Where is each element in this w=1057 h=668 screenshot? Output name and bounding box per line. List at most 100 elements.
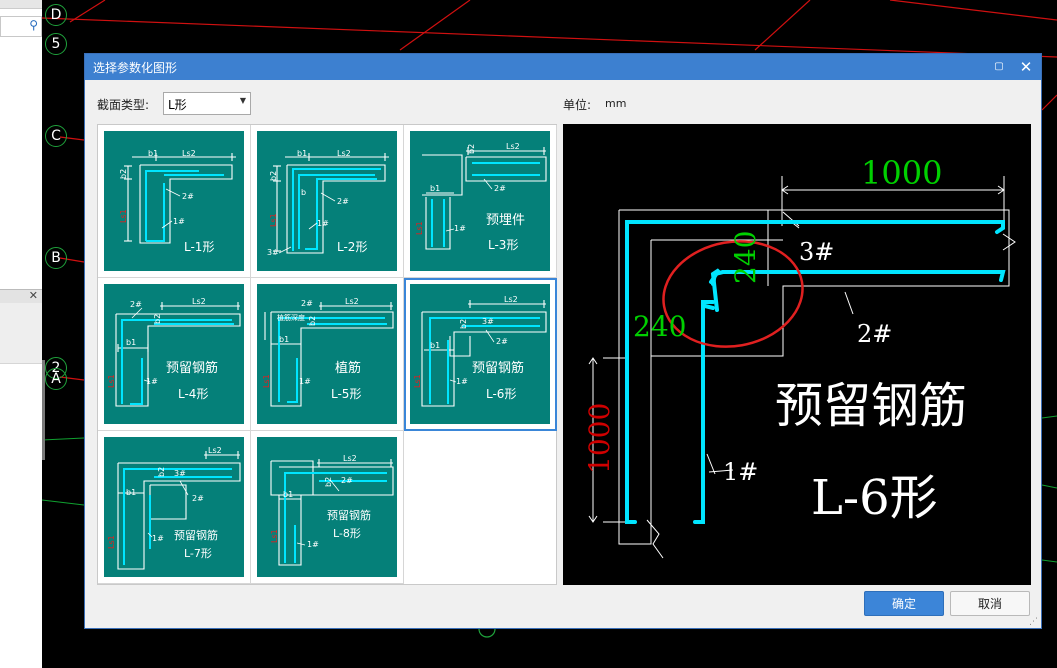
ls2-label: Ls2 <box>345 297 359 306</box>
search-icon[interactable]: ⚲ <box>29 18 38 32</box>
shape-option-l8[interactable]: Ls2 b2 2# b1 Ls1 1# 预留钢筋 L-8形 <box>251 431 404 584</box>
b1-label: b1 <box>279 335 289 344</box>
shape-extra-label: 预留钢筋 <box>472 360 524 376</box>
shape-extra-label: 植筋 <box>335 360 361 376</box>
shape-option-l2[interactable]: b1 Ls2 b2 Ls1 b 2# 1# 3# L-2形 <box>251 125 404 278</box>
dock-list-item[interactable] <box>0 323 42 344</box>
bar3-label: 3# <box>267 248 279 257</box>
b2-label: b2 <box>324 477 333 487</box>
close-button[interactable]: ✕ <box>1016 57 1036 77</box>
dim-left-label: 1000 <box>583 403 616 474</box>
b1-label: b1 <box>283 490 293 499</box>
bar1-label: 1# <box>454 224 466 233</box>
shape-option-l5[interactable]: 2# Ls2 b2 植筋深度 b1 Ls1 1# 植筋 L-5形 <box>251 278 404 431</box>
bar3-label: 3# <box>799 238 834 266</box>
shape-grid: b1 Ls2 b2 Ls1 2# 1# L-1形 b1 Ls2 b2 Ls1 b… <box>97 124 557 585</box>
b1-label: b1 <box>297 149 307 158</box>
shape-thumbnail: b1 Ls2 b2 Ls1 2# 1# L-1形 <box>104 131 244 271</box>
shape-thumbnail: 2# Ls2 b2 植筋深度 b1 Ls1 1# 植筋 L-5形 <box>257 284 397 424</box>
b1-label: b1 <box>430 184 440 193</box>
bar1-label: 1# <box>152 534 164 543</box>
ls2-label: Ls2 <box>182 149 196 158</box>
bar1-label: 1# <box>317 219 329 228</box>
ls1-label: Ls1 <box>107 374 116 388</box>
bar1-label: 1# <box>299 377 311 386</box>
dock-list-item[interactable] <box>0 303 42 324</box>
shape-name-label: L-6形 <box>486 387 516 401</box>
close-icon[interactable]: ✕ <box>29 289 38 302</box>
shape-option-l1[interactable]: b1 Ls2 b2 Ls1 2# 1# L-1形 <box>98 125 251 278</box>
bar1-label: 1# <box>146 377 158 386</box>
ls2-label: Ls2 <box>208 446 222 455</box>
shape-thumbnail: Ls2 b2 3# 2# b1 Ls1 1# 预留钢筋 L-6形 <box>410 284 550 424</box>
shape-name-label: L-7形 <box>184 547 212 560</box>
ls2-label: Ls2 <box>343 454 357 463</box>
shape-thumbnail: b2 Ls2 b1 Ls1 2# 1# 预埋件 L-3形 <box>410 131 550 271</box>
dialog-titlebar[interactable]: 选择参数化图形 ▢ ✕ <box>85 54 1041 80</box>
axis-bubble-b[interactable]: B <box>45 247 67 269</box>
b2-label: b2 <box>459 319 468 329</box>
b-label: b <box>301 188 306 197</box>
dock-list-item[interactable] <box>0 343 42 364</box>
preview-shape-name: L-6形 <box>811 470 938 526</box>
shape-extra-label: 预留钢筋 <box>327 508 371 522</box>
ls1-label: Ls1 <box>119 209 128 223</box>
section-type-select[interactable]: L形 ▼ <box>163 92 251 115</box>
bar2-label: 2# <box>341 476 353 485</box>
resize-grip-icon[interactable]: ⋰ <box>1029 617 1038 627</box>
shape-option-l6[interactable]: Ls2 b2 3# 2# b1 Ls1 1# 预留钢筋 L-6形 <box>404 278 557 431</box>
bar1-label: 1# <box>173 217 185 226</box>
dim-vertical-label: 240 <box>729 231 762 284</box>
shape-name-label: L-3形 <box>488 238 518 252</box>
b2-label: b2 <box>153 314 162 324</box>
shape-extra-label: 预埋件 <box>486 213 525 228</box>
shape-option-l3[interactable]: b2 Ls2 b1 Ls1 2# 1# 预埋件 L-3形 <box>404 125 557 278</box>
b2-label: b2 <box>269 171 278 181</box>
dock-header <box>0 0 42 9</box>
dock-search-input[interactable]: ⚲ <box>0 16 42 37</box>
bar2-label: 2# <box>192 494 204 503</box>
ls1-label: Ls1 <box>269 213 278 227</box>
maximize-button[interactable]: ▢ <box>989 57 1009 77</box>
shape-option-l4[interactable]: 2# Ls2 b2 b1 Ls1 1# 预留钢筋 L-4形 <box>98 278 251 431</box>
section-type-value: L形 <box>168 98 187 112</box>
b1-label: b1 <box>430 341 440 350</box>
b2-label: b2 <box>119 169 128 179</box>
bar2-label: 2# <box>182 192 194 201</box>
axis-bubble-d[interactable]: D <box>45 4 67 26</box>
ls1-label: Ls1 <box>107 535 116 549</box>
bar2-label: 2# <box>494 184 506 193</box>
shape-preview: 1000 240 240 1000 3# 2# 1# 预留钢筋 L-6形 <box>563 124 1031 585</box>
shape-option-l7[interactable]: Ls2 b2 3# 2# b1 Ls1 1# 预留钢筋 L-7形 <box>98 431 251 584</box>
ok-button[interactable]: 确定 <box>864 591 944 616</box>
cancel-button[interactable]: 取消 <box>950 591 1030 616</box>
unit-value: mm <box>605 97 627 110</box>
shape-name-label: L-2形 <box>337 240 367 254</box>
bar2-label: 2# <box>130 300 142 309</box>
unit-label: 单位: <box>563 98 592 112</box>
b1-label: b1 <box>126 488 136 497</box>
bar2-label: 2# <box>301 299 313 308</box>
ls1-label: Ls1 <box>415 221 424 235</box>
bar1-label: 1# <box>456 377 468 386</box>
axis-bubble-a[interactable]: A <box>45 368 67 390</box>
ls2-label: Ls2 <box>506 142 520 151</box>
section-type-label: 截面类型: <box>97 98 150 112</box>
maximize-icon: ▢ <box>994 61 1004 72</box>
ls1-label: Ls1 <box>262 374 271 388</box>
bar2-label: 2# <box>496 337 508 346</box>
b1-label: b1 <box>126 338 136 347</box>
bar3-label: 3# <box>174 469 186 478</box>
axis-bubble-5[interactable]: 5 <box>45 33 67 55</box>
shape-thumbnail: Ls2 b2 3# 2# b1 Ls1 1# 预留钢筋 L-7形 <box>104 437 244 577</box>
shape-extra-label: 预留钢筋 <box>174 528 218 542</box>
shape-extra-label: 预留钢筋 <box>166 360 218 376</box>
dim-horizontal-label: 240 <box>633 310 686 343</box>
b1-label: b1 <box>148 149 158 158</box>
axis-bubble-c[interactable]: C <box>45 125 67 147</box>
b2-label: b2 <box>308 316 317 326</box>
left-dock-panel: ⚲ ✕ <box>0 0 42 668</box>
shape-name-label: L-4形 <box>178 387 208 401</box>
close-icon: ✕ <box>1019 58 1033 76</box>
shape-thumbnail: 2# Ls2 b2 b1 Ls1 1# 预留钢筋 L-4形 <box>104 284 244 424</box>
